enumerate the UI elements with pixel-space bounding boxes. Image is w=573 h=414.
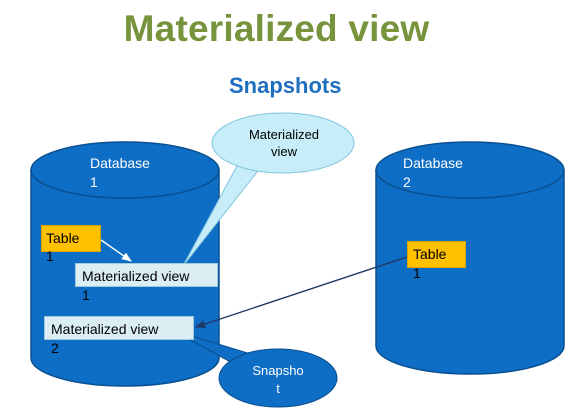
remote-table-1-number: 1 xyxy=(413,265,421,281)
page-title: Materialized view xyxy=(123,8,430,49)
remote-table-1-label: Table xyxy=(413,246,447,262)
materialized-view-callout-line-2: view xyxy=(270,144,297,159)
materialized-view-2-label: Materialized view xyxy=(51,321,159,337)
database-1-label: Database xyxy=(90,155,150,171)
materialized-view-callout-line-1: Materialized xyxy=(248,127,320,142)
snapshots-heading: Snapshots xyxy=(229,73,342,98)
database-2-label: Database xyxy=(403,155,463,171)
database-2-number: 2 xyxy=(403,174,411,190)
table-1-label: Table xyxy=(46,230,80,246)
database-2-body xyxy=(375,169,565,375)
materialized-view-1-label: Materialized view xyxy=(82,268,190,284)
snapshot-callout-line-2: t xyxy=(276,381,280,396)
materialized-view-1-number: 1 xyxy=(82,287,90,303)
snapshot-callout-line-1: Snapsho xyxy=(252,363,304,378)
slide: Materialized view Snapshots Database 1 D… xyxy=(0,0,573,414)
database-1-number: 1 xyxy=(90,174,98,190)
materialized-view-2-number: 2 xyxy=(51,340,59,356)
diagram-canvas xyxy=(30,112,565,408)
table-1-number: 1 xyxy=(46,248,54,264)
